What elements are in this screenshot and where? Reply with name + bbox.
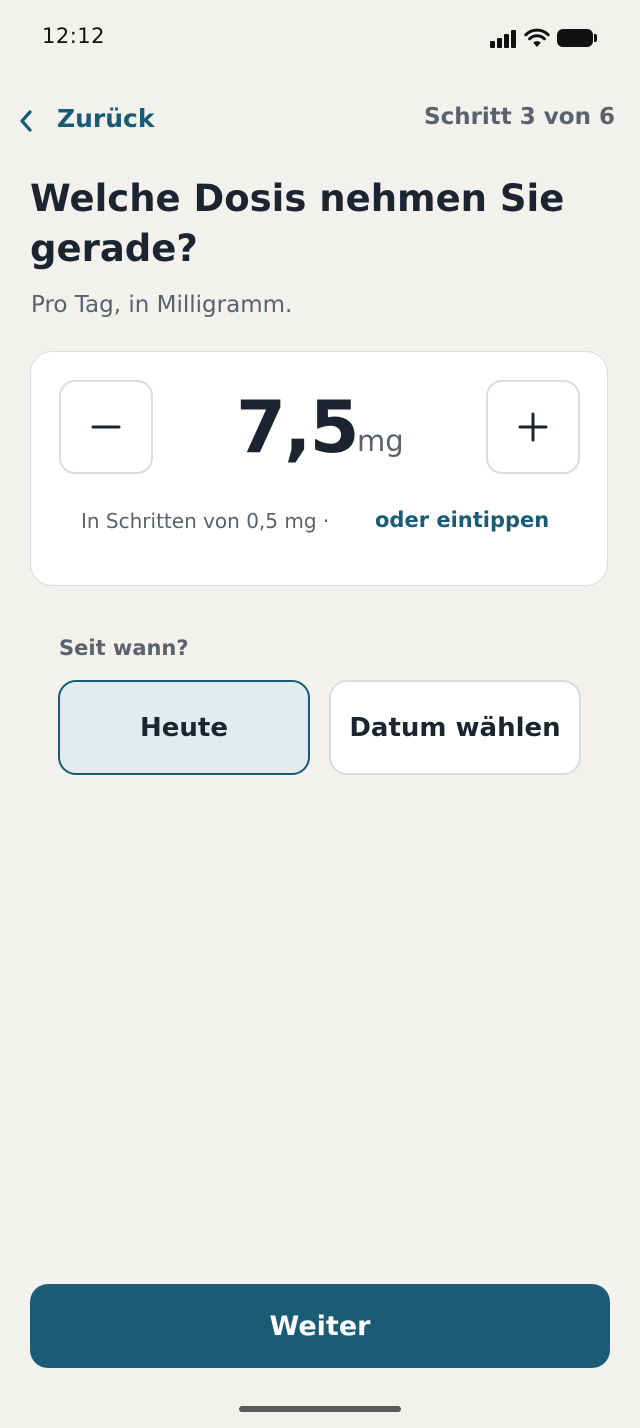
option-pick-date[interactable]: Datum wählen: [329, 680, 581, 775]
option-pick-date-label: Datum wählen: [349, 712, 561, 743]
dose-unit: mg: [357, 424, 404, 458]
status-time: 12:12: [42, 24, 106, 48]
plus-icon: [518, 412, 548, 442]
type-in-link[interactable]: oder eintippen: [375, 508, 549, 532]
signal-icon: [490, 30, 518, 48]
since-label: Seit wann?: [59, 636, 189, 660]
battery-tip: [594, 34, 597, 42]
chevron-left-icon[interactable]: [16, 108, 36, 134]
wifi-icon: [524, 28, 550, 47]
home-indicator: [239, 1406, 401, 1412]
option-today[interactable]: Heute: [58, 680, 310, 775]
step-hint: In Schritten von 0,5 mg ·: [81, 509, 330, 533]
increment-button[interactable]: [486, 380, 580, 474]
option-today-label: Heute: [140, 712, 228, 743]
step-indicator: Schritt 3 von 6: [424, 104, 615, 130]
battery-icon: [557, 29, 593, 47]
minus-icon: [91, 425, 121, 429]
page-subtitle: Pro Tag, in Milligramm.: [31, 292, 293, 318]
next-button[interactable]: Weiter: [30, 1284, 610, 1368]
decrement-button[interactable]: [59, 380, 153, 474]
dose-value: 7,5: [236, 385, 360, 469]
page-title: Welche Dosis nehmen Sie gerade?: [30, 177, 565, 270]
next-button-label: Weiter: [269, 1310, 371, 1342]
back-button[interactable]: Zurück: [57, 104, 155, 133]
